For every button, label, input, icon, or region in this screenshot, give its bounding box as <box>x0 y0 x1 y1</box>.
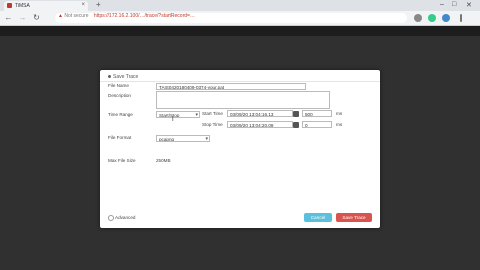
security-label: Not secure <box>64 13 89 19</box>
file-format-select[interactable]: pcapng <box>156 135 210 142</box>
dialog-title: Save Trace <box>108 74 138 80</box>
address-bar[interactable]: ▲ Not secure https://172.16.2.100/…/trac… <box>55 13 407 23</box>
minimize-button[interactable]: – <box>440 1 444 8</box>
time-range-label: Time Range <box>108 112 133 117</box>
cursor-icon: I <box>172 117 174 123</box>
favicon-icon <box>7 3 12 8</box>
description-input[interactable] <box>156 91 330 109</box>
advanced-label[interactable]: Advanced <box>115 215 135 220</box>
url-text: https://172.16.2.100/…/trace/?startRecor… <box>93 13 195 19</box>
start-ms-unit: ms <box>336 111 343 116</box>
divider <box>100 81 380 82</box>
calendar-icon[interactable] <box>293 122 299 128</box>
profile-icon[interactable] <box>442 14 450 22</box>
browser-toolbar: ← → ↻ ▲ Not secure https://172.16.2.100/… <box>0 11 480 26</box>
star-icon[interactable] <box>414 14 422 22</box>
menu-icon[interactable] <box>460 14 462 22</box>
description-label: Description <box>108 93 131 98</box>
reload-icon[interactable]: ↻ <box>32 13 41 22</box>
save-trace-button[interactable]: Save Trace <box>336 213 372 222</box>
advanced-checkbox[interactable] <box>108 215 114 221</box>
save-trace-dialog: Save Trace File Name TAIS0420180409-0374… <box>100 70 380 228</box>
stop-time-input[interactable]: 03/09/20 13:04:20.09 <box>227 121 293 128</box>
app-header-bar <box>0 26 480 36</box>
start-time-input[interactable]: 03/09/20 13:04:16.13 <box>227 110 293 117</box>
browser-tab-title: TiMSA <box>15 3 30 9</box>
cancel-button[interactable]: Cancel <box>304 213 332 222</box>
close-tab-icon[interactable]: × <box>81 2 85 8</box>
new-tab-button[interactable]: + <box>96 0 101 9</box>
window-close-button[interactable]: ✕ <box>466 1 472 9</box>
calendar-icon[interactable] <box>293 111 299 117</box>
max-file-size-label: Max File Size <box>108 158 136 163</box>
browser-tab[interactable]: TiMSA × <box>4 1 88 11</box>
stop-ms-unit: ms <box>336 122 343 127</box>
start-ms-input[interactable]: 500 <box>302 110 332 117</box>
forward-icon[interactable]: → <box>18 13 27 22</box>
browser-tab-strip: TiMSA × + – □ ✕ <box>0 0 480 11</box>
not-secure-icon: ▲ <box>58 13 63 19</box>
file-name-input[interactable]: TAIS0420180409-0374-your.pat <box>156 83 306 90</box>
stop-time-label: Stop Time <box>202 122 223 127</box>
file-format-label: File Format <box>108 135 132 140</box>
file-name-label: File Name <box>108 83 129 88</box>
start-time-label: Start Time <box>202 111 223 116</box>
stop-ms-input[interactable]: 0 <box>302 121 332 128</box>
maximize-button[interactable]: □ <box>452 1 456 8</box>
dialog-bullet-icon <box>108 75 111 79</box>
extension-icon[interactable] <box>428 14 436 22</box>
max-file-size-value: 250MB <box>156 158 171 163</box>
time-range-select[interactable]: Start/Stop <box>156 111 200 118</box>
back-icon[interactable]: ← <box>4 13 13 22</box>
